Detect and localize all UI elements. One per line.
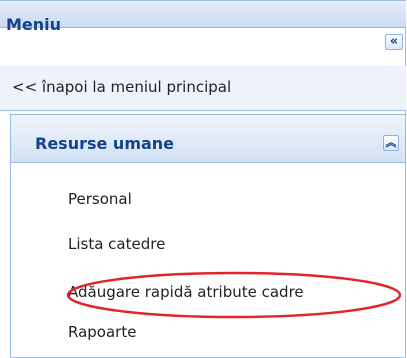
menu-header: Meniu xyxy=(0,0,406,34)
back-link-row: << înapoi la meniul principal xyxy=(0,66,406,111)
menu-panel: Meniu « << înapoi la meniul principal Re… xyxy=(0,0,406,358)
menu-item-rapoarte[interactable]: Rapoarte xyxy=(68,323,136,341)
collapse-section-button[interactable]: ︽ xyxy=(383,135,399,151)
section-header[interactable]: Resurse umane xyxy=(11,115,405,163)
back-to-main-menu-link[interactable]: << înapoi la meniul principal xyxy=(12,78,231,96)
double-chevron-up-icon: ︽ xyxy=(385,136,397,149)
double-chevron-left-icon: « xyxy=(389,34,399,49)
menu-item-personal[interactable]: Personal xyxy=(68,190,132,208)
collapse-menu-button[interactable]: « xyxy=(385,34,403,50)
section-title: Resurse umane xyxy=(35,134,175,153)
menu-item-lista-catedre[interactable]: Lista catedre xyxy=(68,235,165,253)
menu-title: Meniu xyxy=(6,15,62,34)
menu-item-adaugare-rapida[interactable]: Adăugare rapidă atribute cadre xyxy=(68,283,304,301)
